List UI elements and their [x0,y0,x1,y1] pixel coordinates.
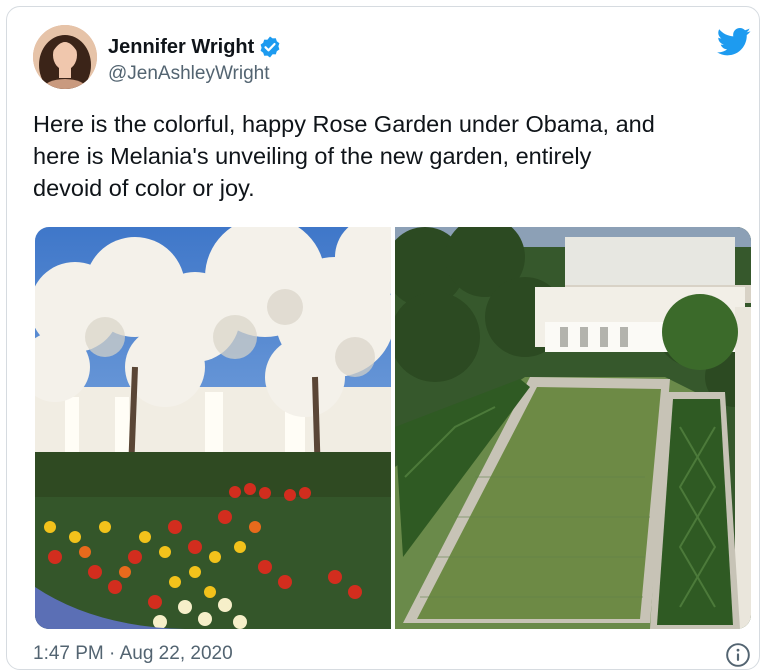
rose-garden-obama-photo[interactable] [35,227,391,629]
tweet-text: Here is the colorful, happy Rose Garden … [33,111,655,201]
twitter-bird-icon[interactable] [717,27,751,57]
author-handle[interactable]: @JenAshleyWright [108,63,270,85]
rose-garden-melania-photo[interactable] [395,227,751,629]
verified-badge-icon [260,36,280,58]
info-icon[interactable] [725,642,751,668]
author-name[interactable]: Jennifer Wright [108,36,254,59]
tweet-media[interactable] [35,227,751,629]
tweet-timestamp[interactable]: 1:47 PM · Aug 22, 2020 [33,643,233,665]
avatar[interactable] [33,25,97,89]
tweet-card[interactable]: Jennifer Wright @JenAshleyWright Here is… [6,6,760,670]
